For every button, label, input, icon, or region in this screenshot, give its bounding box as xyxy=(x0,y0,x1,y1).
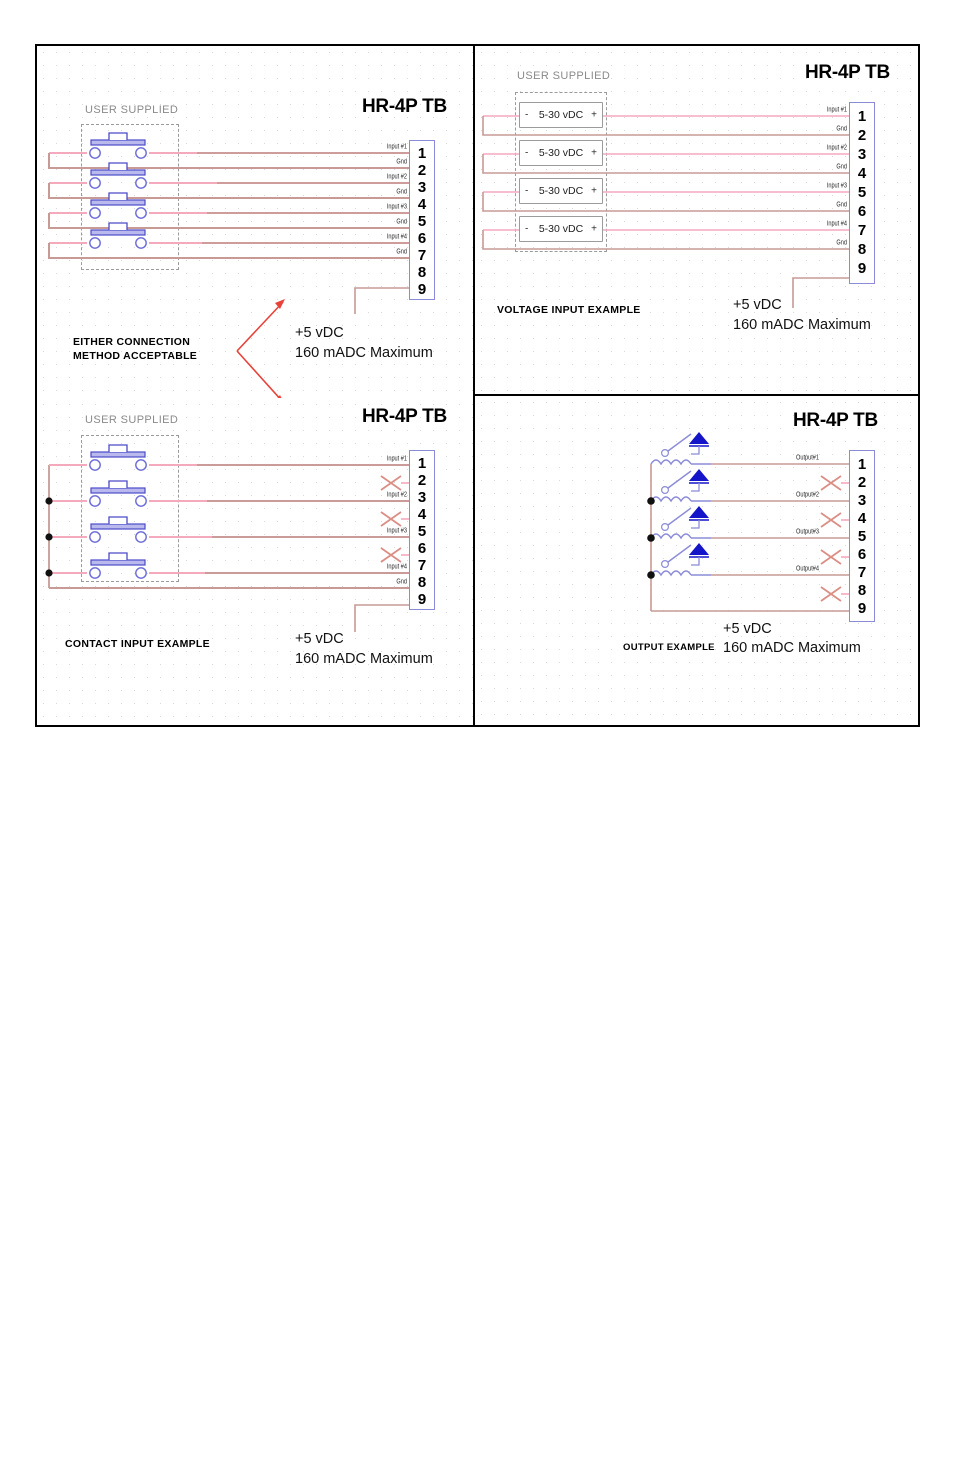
wiring-diagram-sheet: USER SUPPLIED HR-4P TB Input #1 Gnd Inpu… xyxy=(35,44,920,727)
tb-pin-3: 3 xyxy=(417,489,427,506)
source-2-label: 5-30 vDC xyxy=(538,147,584,159)
pin-label-3: Input #2 xyxy=(386,173,407,182)
terminal-block[interactable]: 1 2 3 4 5 6 7 8 9 xyxy=(409,450,435,610)
tb-pin-4: 4 xyxy=(417,196,427,213)
pin-label-1: Input #1 xyxy=(826,106,847,115)
tb-pin-8: 8 xyxy=(857,582,867,599)
tb-pin-8: 8 xyxy=(417,574,427,591)
pin-label-1: Input #1 xyxy=(386,455,407,464)
tb-pin-2: 2 xyxy=(417,162,427,179)
power-note-line1: +5 vDC xyxy=(723,621,772,637)
pin-label-7: Input #4 xyxy=(386,563,407,572)
tb-pin-4: 4 xyxy=(417,506,427,523)
tb-pin-4: 4 xyxy=(857,510,867,527)
tb-pin-5: 5 xyxy=(857,184,867,201)
tb-pin-8: 8 xyxy=(857,241,867,258)
pin-label-2: Gnd xyxy=(396,158,407,167)
tb-pin-3: 3 xyxy=(857,146,867,163)
panel-either-connection: USER SUPPLIED HR-4P TB Input #1 Gnd Inpu… xyxy=(37,46,473,398)
voltage-source-4: - 5-30 vDC + xyxy=(519,216,603,242)
tb-pin-3: 3 xyxy=(417,179,427,196)
power-note-line1: +5 vDC xyxy=(733,297,782,313)
pin-label-5: Output#3 xyxy=(795,528,819,537)
pin-label-6: Gnd xyxy=(836,201,847,210)
power-note-line2: 160 mADC Maximum xyxy=(733,317,871,333)
tb-pin-6: 6 xyxy=(857,546,867,563)
source-4-label: 5-30 vDC xyxy=(538,223,584,235)
tb-pin-6: 6 xyxy=(857,203,867,220)
tb-pin-2: 2 xyxy=(857,127,867,144)
pin-label-2: Gnd xyxy=(836,125,847,134)
voltage-source-1: - 5-30 vDC + xyxy=(519,102,603,128)
pin-label-5: Input #3 xyxy=(826,182,847,191)
tb-pin-1: 1 xyxy=(857,108,867,125)
source-3-plus: + xyxy=(591,185,597,197)
pin-label-8: Gnd xyxy=(836,239,847,248)
tb-pin-1: 1 xyxy=(417,455,427,472)
power-note-line2: 160 mADC Maximum xyxy=(295,651,433,667)
power-note-line1: +5 vDC xyxy=(295,325,344,341)
panel-output-example: HR-4P TB Output#1 Output#2 Output#3 Outp… xyxy=(475,396,920,727)
panel-caption: VOLTAGE INPUT EXAMPLE xyxy=(497,304,641,316)
pin-label-7: Input #4 xyxy=(386,233,407,242)
tb-pin-5: 5 xyxy=(417,213,427,230)
pin-label-8: Gnd xyxy=(396,248,407,257)
source-3-label: 5-30 vDC xyxy=(538,185,584,197)
terminal-block[interactable]: 1 2 3 4 5 6 7 8 9 xyxy=(849,450,875,622)
terminal-block[interactable]: 1 2 3 4 5 6 7 8 9 xyxy=(409,140,435,300)
pin-label-6: Gnd xyxy=(396,218,407,227)
tb-pin-2: 2 xyxy=(857,474,867,491)
panel-contact-input: USER SUPPLIED HR-4P TB Input #1 Input #2… xyxy=(37,398,473,727)
pin-label-7: Input #4 xyxy=(826,220,847,229)
tb-pin-7: 7 xyxy=(417,557,427,574)
power-note-line1: +5 vDC xyxy=(295,631,344,647)
pin-label-1: Input #1 xyxy=(386,143,407,152)
tb-pin-4: 4 xyxy=(857,165,867,182)
pin-label-4: Gnd xyxy=(396,188,407,197)
tb-pin-2: 2 xyxy=(417,472,427,489)
pin-label-5: Input #3 xyxy=(386,527,407,536)
source-1-plus: + xyxy=(591,109,597,121)
pin-label-3: Output#2 xyxy=(795,491,819,500)
source-1-label: 5-30 vDC xyxy=(538,109,584,121)
wiring-svg-contact xyxy=(45,444,409,632)
panel-caption-line1: EITHER CONNECTION xyxy=(73,336,191,348)
tb-pin-7: 7 xyxy=(417,247,427,264)
pin-label-4: Gnd xyxy=(836,163,847,172)
panel-caption-line2: METHOD ACCEPTABLE xyxy=(73,350,198,362)
panel-caption: OUTPUT EXAMPLE xyxy=(623,642,715,653)
tb-pin-3: 3 xyxy=(857,492,867,509)
tb-pin-9: 9 xyxy=(417,591,427,608)
tb-pin-8: 8 xyxy=(417,264,427,281)
tb-pin-7: 7 xyxy=(857,222,867,239)
tb-pin-5: 5 xyxy=(857,528,867,545)
voltage-source-3: - 5-30 vDC + xyxy=(519,178,603,204)
tb-pin-9: 9 xyxy=(857,600,867,617)
terminal-block[interactable]: 1 2 3 4 5 6 7 8 9 xyxy=(849,102,875,284)
tb-pin-5: 5 xyxy=(417,523,427,540)
tb-pin-9: 9 xyxy=(417,281,427,298)
voltage-source-2: - 5-30 vDC + xyxy=(519,140,603,166)
pin-label-7: Output#4 xyxy=(795,565,819,574)
pin-label-1: Output#1 xyxy=(795,454,819,463)
pin-label-3: Input #2 xyxy=(386,491,407,500)
source-2-plus: + xyxy=(591,147,597,159)
tb-pin-1: 1 xyxy=(417,145,427,162)
power-note-line2: 160 mADC Maximum xyxy=(723,640,861,656)
panel-caption: CONTACT INPUT EXAMPLE xyxy=(65,638,210,650)
source-4-plus: + xyxy=(591,223,597,235)
pin-label-3: Input #2 xyxy=(826,144,847,153)
panel-voltage-input: USER SUPPLIED HR-4P TB - 5-30 vDC + - 5-… xyxy=(475,46,920,394)
tb-pin-1: 1 xyxy=(857,456,867,473)
tb-pin-7: 7 xyxy=(857,564,867,581)
power-note-line2: 160 mADC Maximum xyxy=(295,345,433,361)
tb-pin-6: 6 xyxy=(417,230,427,247)
pin-label-8: Gnd xyxy=(396,578,407,587)
tb-pin-6: 6 xyxy=(417,540,427,557)
pin-label-5: Input #3 xyxy=(386,203,407,212)
tb-pin-9: 9 xyxy=(857,260,867,277)
